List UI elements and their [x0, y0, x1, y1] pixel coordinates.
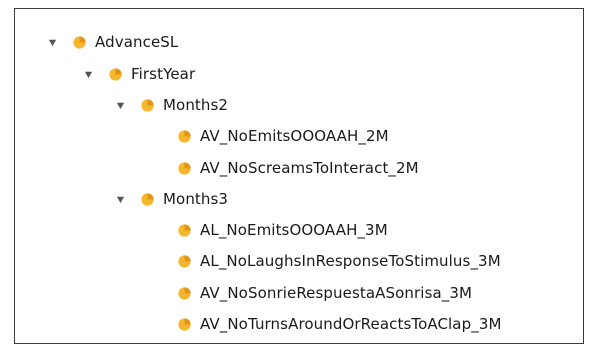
tree-node-label: Months2: [163, 96, 229, 114]
expand-toggle-icon[interactable]: [82, 62, 94, 86]
tree-node-label: AV_NoEmitsOOOAAH_2M: [200, 127, 389, 145]
tree-node-label: AL_NoEmitsOOOAAH_3M: [200, 221, 388, 239]
tree-node-label: AV_NoTurnsAroundOrReactsToAClap_3M: [200, 315, 502, 333]
ontology-class-icon: [107, 66, 124, 83]
tree-node-advancesl[interactable]: AdvanceSL: [46, 30, 178, 54]
tree-node-label: AV_NoSonrieRespuestaASonrisa_3M: [200, 284, 473, 302]
ontology-class-icon: [176, 160, 193, 177]
tree-node-months2[interactable]: Months2: [114, 93, 228, 117]
tree-node-leaf[interactable]: AL_NoEmitsOOOAAH_3M: [176, 218, 388, 242]
class-hierarchy-panel: AdvanceSL FirstYear Months2 AV_NoEmitsOO…: [14, 8, 584, 344]
ontology-class-icon: [139, 97, 156, 114]
expand-toggle-icon[interactable]: [46, 30, 58, 54]
tree-node-leaf[interactable]: AV_NoScreamsToInteract_2M: [176, 156, 419, 180]
ontology-class-icon: [176, 253, 193, 270]
tree-node-label: Months3: [163, 190, 229, 208]
tree-node-leaf[interactable]: AL_NoLaughsInResponseToStimulus_3M: [176, 249, 501, 273]
tree-node-label: AL_NoLaughsInResponseToStimulus_3M: [200, 252, 501, 270]
tree-node-label: AV_NoScreamsToInteract_2M: [200, 159, 419, 177]
expand-toggle-icon[interactable]: [114, 187, 126, 211]
tree-node-months3[interactable]: Months3: [114, 187, 228, 211]
ontology-class-icon: [176, 316, 193, 333]
tree-node-label: AdvanceSL: [95, 33, 179, 51]
tree-node-leaf[interactable]: AV_NoTurnsAroundOrReactsToAClap_3M: [176, 312, 502, 336]
tree-node-label: FirstYear: [131, 65, 196, 83]
ontology-class-icon: [139, 191, 156, 208]
tree-node-leaf[interactable]: AV_NoEmitsOOOAAH_2M: [176, 124, 389, 148]
ontology-class-icon: [176, 222, 193, 239]
ontology-class-icon: [71, 34, 88, 51]
ontology-class-icon: [176, 128, 193, 145]
expand-toggle-icon[interactable]: [114, 93, 126, 117]
tree-node-firstyear[interactable]: FirstYear: [82, 62, 195, 86]
ontology-class-icon: [176, 285, 193, 302]
tree-node-leaf[interactable]: AV_NoSonrieRespuestaASonrisa_3M: [176, 281, 472, 305]
